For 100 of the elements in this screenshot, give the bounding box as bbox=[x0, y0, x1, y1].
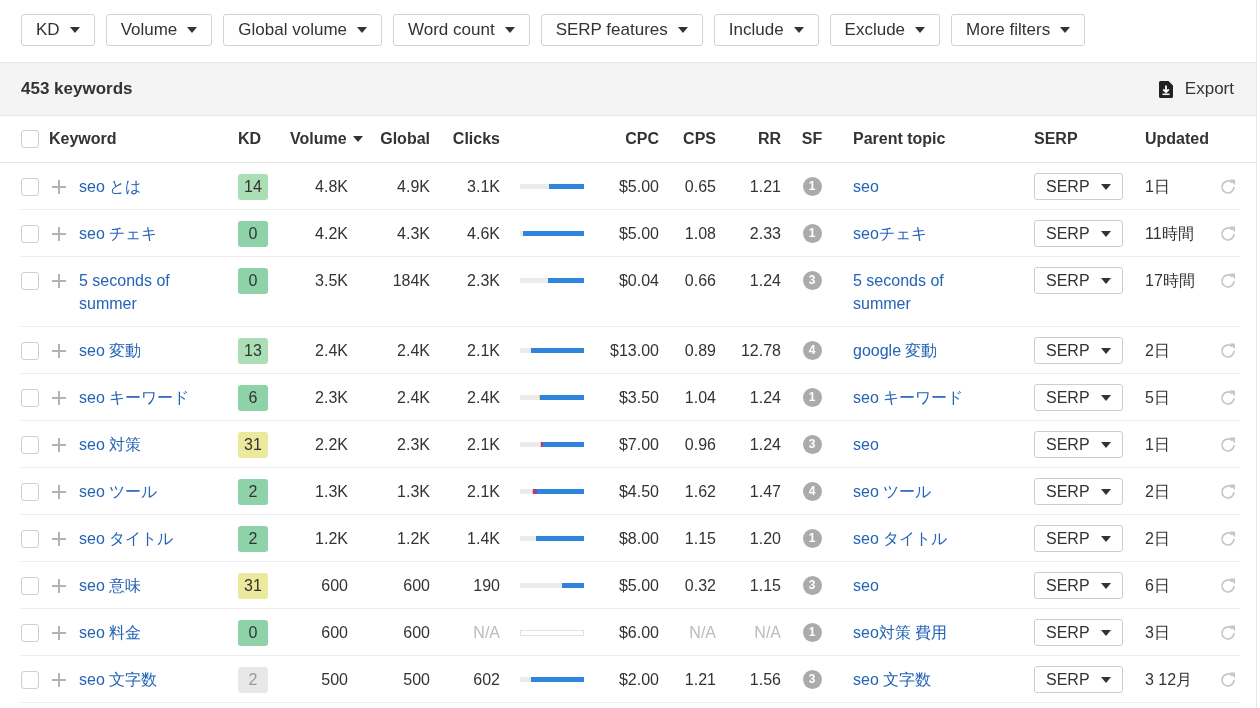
caret-icon bbox=[187, 27, 198, 33]
serp-dropdown[interactable]: SERP bbox=[1034, 267, 1123, 294]
refresh-icon[interactable] bbox=[1220, 577, 1236, 594]
return-rate-value: 1.20 bbox=[749, 529, 781, 549]
column-header[interactable]: Parent topic bbox=[853, 130, 946, 148]
serp-dropdown[interactable]: SERP bbox=[1034, 666, 1123, 693]
refresh-icon[interactable] bbox=[1220, 178, 1236, 195]
plus-icon[interactable] bbox=[52, 273, 66, 288]
updated-time: 5日 bbox=[1145, 388, 1170, 408]
parent-topic-link[interactable]: seoチェキ bbox=[853, 222, 927, 245]
plus-icon[interactable] bbox=[52, 531, 66, 546]
row-checkbox[interactable] bbox=[21, 670, 39, 689]
parent-topic-link[interactable]: 5 seconds of summer bbox=[853, 269, 993, 315]
parent-topic-link[interactable]: seo 文字数 bbox=[853, 668, 932, 691]
column-header[interactable]: SERP bbox=[1034, 130, 1078, 148]
row-checkbox[interactable] bbox=[21, 341, 39, 360]
serp-dropdown[interactable]: SERP bbox=[1034, 220, 1123, 247]
row-checkbox[interactable] bbox=[21, 576, 39, 595]
refresh-icon[interactable] bbox=[1220, 342, 1236, 359]
filter-dropdown[interactable]: More filters bbox=[951, 14, 1086, 46]
keyword-link[interactable]: seo 料金 bbox=[79, 621, 142, 644]
plus-icon[interactable] bbox=[52, 343, 66, 358]
parent-topic-link[interactable]: seo bbox=[853, 574, 879, 597]
column-header[interactable]: Keyword bbox=[49, 130, 117, 148]
row-checkbox[interactable] bbox=[21, 529, 39, 548]
column-header[interactable]: CPS bbox=[683, 130, 716, 148]
refresh-icon[interactable] bbox=[1220, 530, 1236, 547]
row-checkbox[interactable] bbox=[21, 482, 39, 501]
updated-time: 1日 bbox=[1145, 177, 1170, 197]
keyword-link[interactable]: seo 意味 bbox=[79, 574, 142, 597]
plus-icon[interactable] bbox=[52, 484, 66, 499]
refresh-icon[interactable] bbox=[1220, 483, 1236, 500]
column-header[interactable]: CPC bbox=[625, 130, 659, 148]
select-all-checkbox[interactable] bbox=[21, 130, 39, 148]
serp-dropdown[interactable]: SERP bbox=[1034, 337, 1123, 364]
plus-icon[interactable] bbox=[52, 390, 66, 405]
parent-topic-link[interactable]: google 変動 bbox=[853, 339, 938, 362]
keyword-link[interactable]: seo 変動 bbox=[79, 339, 142, 362]
serp-dropdown[interactable]: SERP bbox=[1034, 478, 1123, 505]
parent-topic-link[interactable]: seo bbox=[853, 433, 879, 456]
plus-icon[interactable] bbox=[52, 179, 66, 194]
keyword-link[interactable]: seo 文字数 bbox=[79, 668, 158, 691]
difficulty-badge: 14 bbox=[238, 173, 268, 200]
keyword-link[interactable]: seo とは bbox=[79, 175, 142, 198]
row-checkbox[interactable] bbox=[21, 388, 39, 407]
cpc-value: $5.00 bbox=[618, 177, 659, 197]
export-button[interactable]: Export bbox=[1158, 79, 1234, 99]
refresh-icon[interactable] bbox=[1220, 389, 1236, 406]
serp-dropdown[interactable]: SERP bbox=[1034, 572, 1123, 599]
row-checkbox[interactable] bbox=[21, 435, 39, 454]
filter-dropdown[interactable]: Volume bbox=[105, 14, 213, 46]
refresh-icon[interactable] bbox=[1220, 624, 1236, 641]
parent-topic-link[interactable]: seo キーワード bbox=[853, 386, 964, 409]
column-header[interactable]: KD bbox=[238, 130, 262, 148]
serp-dropdown[interactable]: SERP bbox=[1034, 525, 1123, 552]
cpc-value: $13.00 bbox=[610, 341, 659, 361]
serp-dropdown[interactable]: SERP bbox=[1034, 384, 1123, 411]
keyword-link[interactable]: seo チェキ bbox=[79, 222, 158, 245]
serp-features-count: 3 bbox=[802, 670, 822, 689]
parent-topic-link[interactable]: seo bbox=[853, 175, 879, 198]
column-header[interactable]: RR bbox=[757, 130, 781, 148]
serp-features-count: 1 bbox=[802, 224, 822, 243]
parent-topic-link[interactable]: seo タイトル bbox=[853, 527, 948, 550]
filter-dropdown[interactable]: SERP features bbox=[540, 14, 703, 46]
keyword-link[interactable]: seo キーワード bbox=[79, 386, 190, 409]
keyword-link[interactable]: 5 seconds of summer bbox=[79, 269, 219, 315]
volume-value: 600 bbox=[321, 623, 348, 643]
column-header[interactable]: Volume bbox=[290, 130, 363, 148]
column-header[interactable]: Updated bbox=[1145, 130, 1209, 148]
parent-topic-link[interactable]: seo対策 費用 bbox=[853, 621, 948, 644]
refresh-icon[interactable] bbox=[1220, 225, 1236, 242]
plus-icon[interactable] bbox=[52, 578, 66, 593]
row-checkbox[interactable] bbox=[21, 271, 39, 290]
row-checkbox[interactable] bbox=[21, 623, 39, 642]
plus-icon[interactable] bbox=[52, 625, 66, 640]
column-header[interactable]: SF bbox=[801, 130, 823, 148]
filter-dropdown[interactable]: Include bbox=[713, 14, 819, 46]
filter-dropdown[interactable]: Word count bbox=[393, 14, 530, 46]
refresh-icon[interactable] bbox=[1220, 436, 1236, 453]
keyword-link[interactable]: seo 対策 bbox=[79, 433, 142, 456]
plus-icon[interactable] bbox=[52, 672, 66, 687]
serp-dropdown[interactable]: SERP bbox=[1034, 619, 1123, 646]
serp-dropdown[interactable]: SERP bbox=[1034, 431, 1123, 458]
filter-dropdown[interactable]: Global volume bbox=[223, 14, 382, 46]
cps-value: 1.15 bbox=[684, 529, 716, 549]
keyword-link[interactable]: seo ツール bbox=[79, 480, 158, 503]
filter-dropdown[interactable]: Exclude bbox=[829, 14, 941, 46]
plus-icon[interactable] bbox=[52, 437, 66, 452]
keyword-link[interactable]: seo タイトル bbox=[79, 527, 174, 550]
plus-icon[interactable] bbox=[52, 226, 66, 241]
column-header[interactable]: Global bbox=[380, 130, 430, 148]
parent-topic-link[interactable]: seo ツール bbox=[853, 480, 932, 503]
row-checkbox[interactable] bbox=[21, 177, 39, 196]
row-checkbox[interactable] bbox=[21, 224, 39, 243]
column-header[interactable]: Clicks bbox=[452, 130, 500, 148]
difficulty-badge: 31 bbox=[238, 431, 268, 458]
refresh-icon[interactable] bbox=[1220, 671, 1236, 688]
filter-dropdown[interactable]: KD bbox=[21, 14, 95, 46]
serp-dropdown[interactable]: SERP bbox=[1034, 173, 1123, 200]
refresh-icon[interactable] bbox=[1220, 272, 1236, 289]
